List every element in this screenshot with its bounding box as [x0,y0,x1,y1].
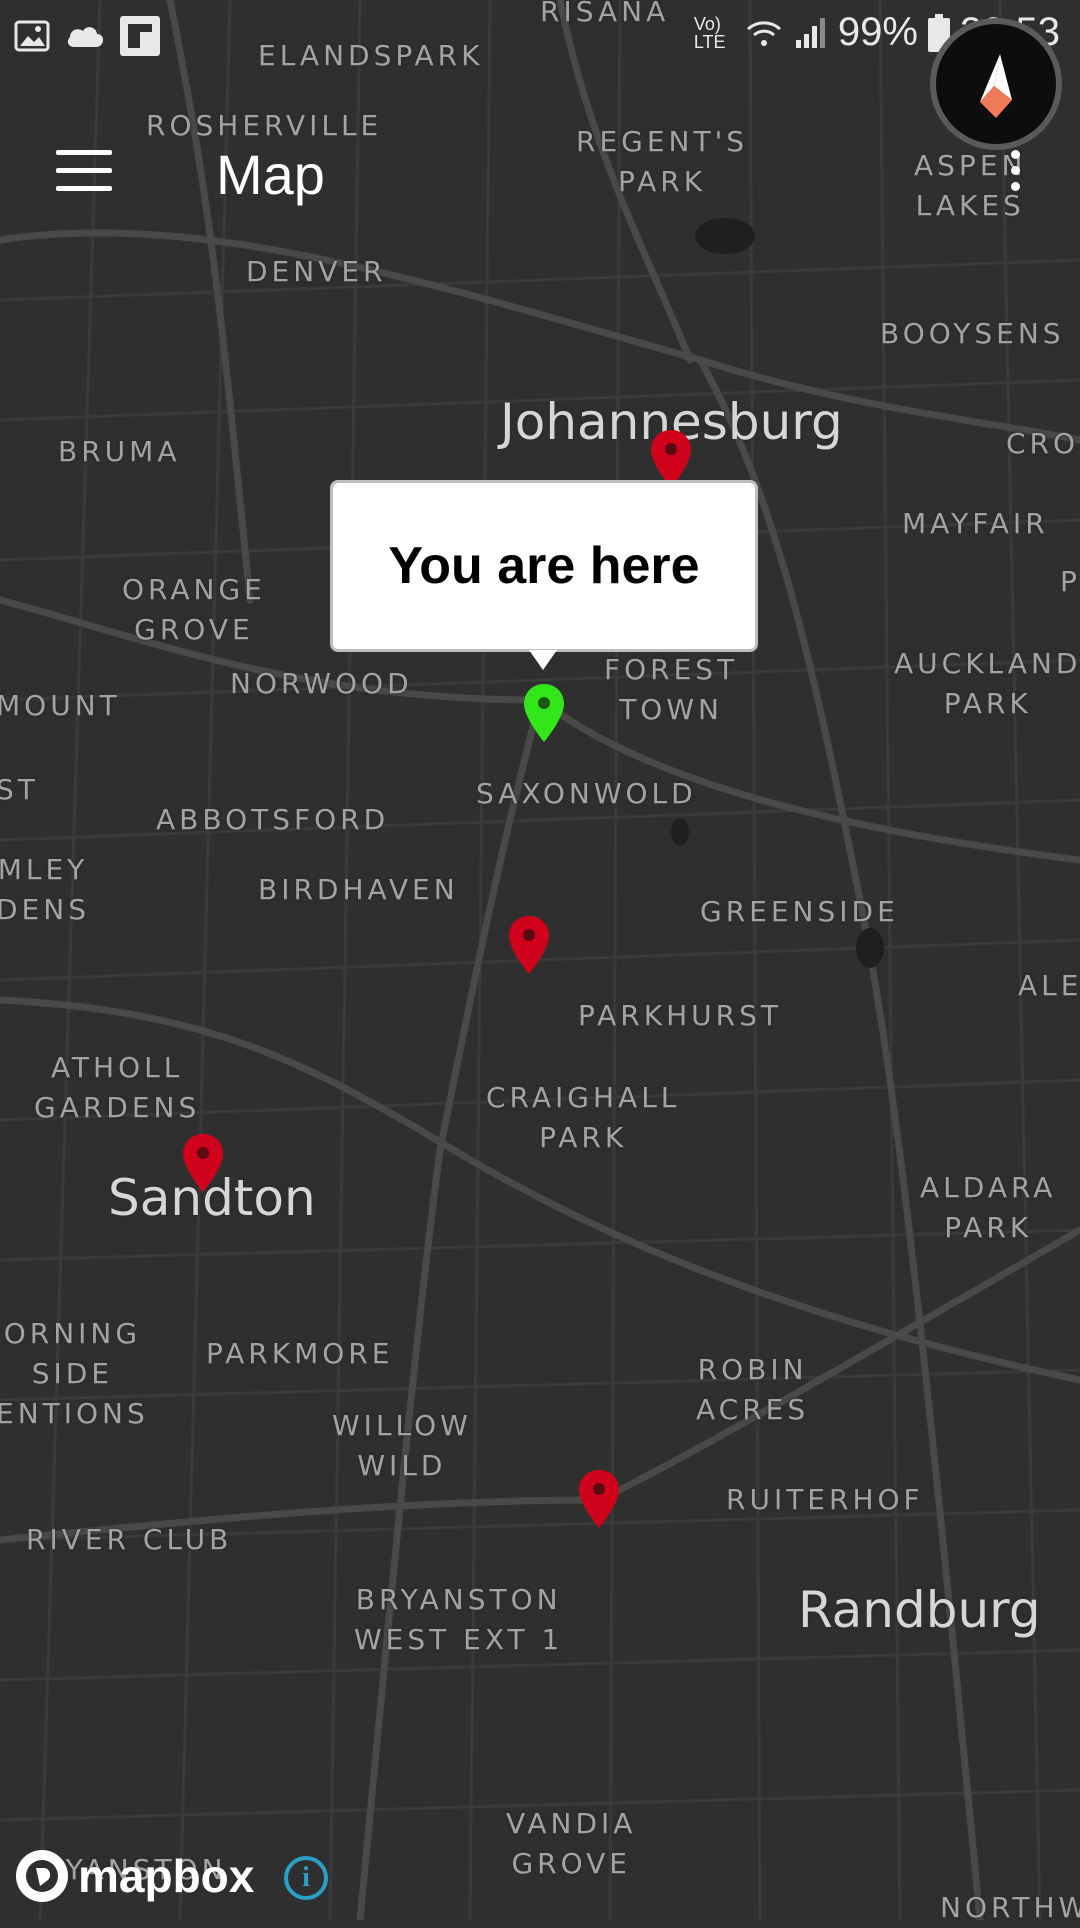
battery-percent: 99% [837,10,918,54]
place-label: WILLOW WILD [332,1409,472,1482]
map-marker[interactable] [180,1132,226,1194]
mapbox-logo-icon [16,1850,68,1902]
place-label: MAYFAIR [902,507,1049,540]
place-label: NORWOOD [230,667,413,700]
place-label: ST [0,773,39,806]
place-label: BRUMA [58,435,181,468]
mapbox-wordmark: mapbox [78,1850,255,1902]
menu-button[interactable] [56,150,112,192]
place-label: ABBOTSFORD [156,803,390,836]
place-label: ALE [1018,969,1080,1002]
place-label: BOOYSENS [880,317,1065,350]
wifi-icon [746,20,781,46]
current-location-marker[interactable] [521,682,567,744]
place-label: ORANGE GROVE [122,573,266,646]
place-label: RUITERHOF [726,1483,924,1516]
place-label: MOUNT [0,689,121,722]
place-label: CRO [1006,427,1080,460]
place-label: RIVER CLUB [26,1523,233,1556]
place-label: NORTHW [940,1891,1080,1924]
flipboard-icon [120,16,160,56]
info-icon: i [302,1862,310,1893]
you-are-here-popup[interactable]: You are here [330,480,758,652]
place-label: SAXONWOLD [476,777,697,810]
place-label: BIRDHAVEN [258,873,459,906]
place-label: PARKMORE [206,1337,394,1370]
place-label: CRAIGHALL PARK [486,1081,681,1154]
popup-pointer [529,650,557,670]
overflow-menu-button[interactable] [1003,150,1027,200]
place-label: ATHOLL GARDENS [34,1051,201,1124]
mapbox-logo[interactable]: mapbox [14,1848,254,1904]
city-label: Randburg [798,1581,1041,1639]
place-label: VANDIA GROVE [506,1807,637,1880]
place-label: BRYANSTON WEST EXT 1 [354,1583,564,1656]
place-label: P [1060,565,1080,598]
place-label: ALDARA PARK [920,1171,1057,1244]
place-label: ORNING SIDE ENTIONS [0,1317,149,1430]
map-marker[interactable] [506,914,552,976]
map-marker[interactable] [576,1468,622,1530]
place-label: DENVER [246,255,387,288]
signal-icon [795,17,825,48]
cloud-icon [67,27,104,47]
compass-button[interactable] [930,18,1062,150]
popup-text: You are here [388,537,700,595]
gallery-icon [14,20,50,52]
place-label: REGENT'S PARK [576,125,749,198]
network-type-label: Vo) LTE [693,13,726,52]
place-label: MLEY DENS [0,853,90,926]
place-label: FOREST TOWN [604,653,739,726]
place-label: GREENSIDE [700,895,899,928]
page-title: Map [216,143,325,206]
status-bar: Vo) LTE 99% 22:53 [0,0,1080,72]
attribution-info-button[interactable]: i [284,1856,328,1900]
place-label: AUCKLAND PARK [894,647,1080,720]
compass-icon [980,54,1012,118]
place-label: ROBIN ACRES [696,1353,810,1426]
place-label: PARKHURST [578,999,782,1032]
